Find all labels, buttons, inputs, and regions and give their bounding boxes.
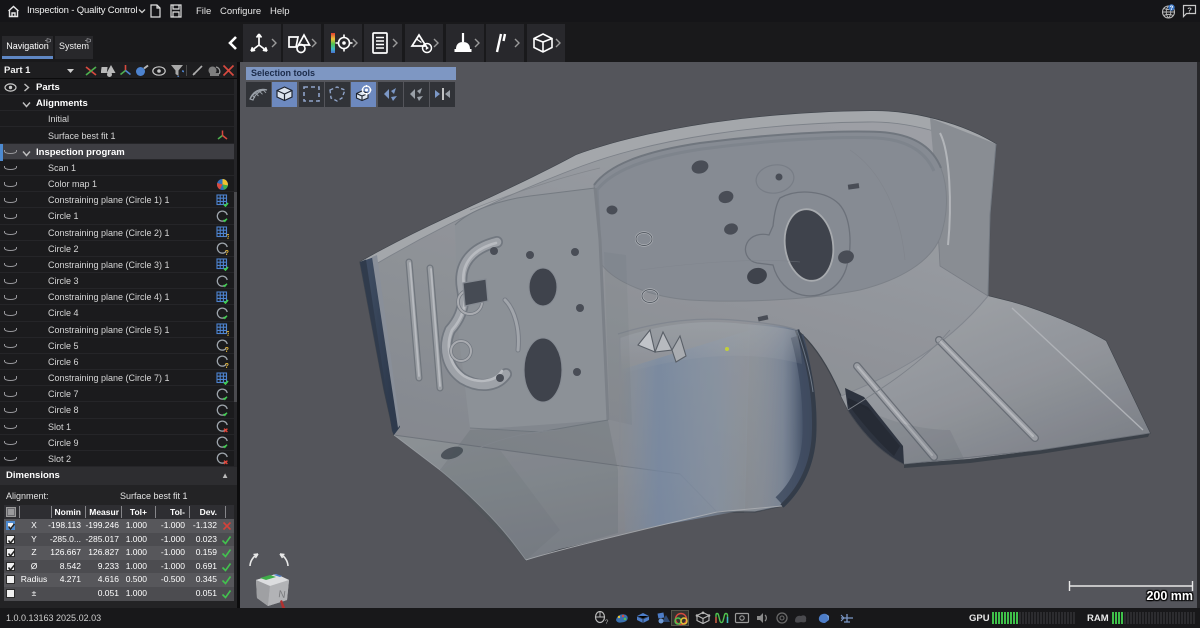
svg-text:?: ? <box>225 363 229 368</box>
svg-text:?: ? <box>226 331 229 336</box>
svg-text:?: ? <box>1170 6 1174 12</box>
svg-text:?: ? <box>225 347 229 352</box>
svg-text:?: ? <box>1187 5 1192 14</box>
svg-text:?: ? <box>225 250 229 255</box>
svg-text:?: ? <box>226 234 229 239</box>
svg-text:N: N <box>278 589 287 601</box>
svg-text:?: ? <box>605 620 609 625</box>
